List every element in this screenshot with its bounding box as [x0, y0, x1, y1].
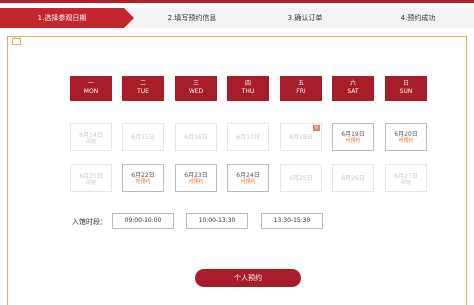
- top-accent-line: [0, 0, 474, 3]
- time-slot-button[interactable]: 13:30-15:30: [261, 213, 323, 229]
- briefcase-icon: [12, 36, 21, 45]
- step-confirm-order: 3.确认订单: [287, 14, 323, 22]
- day-cell: 6月15日: [122, 123, 164, 151]
- day-cell: 6月25日: [280, 164, 322, 192]
- weekday-fri: 五 FRI: [280, 76, 322, 101]
- day-cell: 6月16日: [175, 123, 217, 151]
- progress-steps: 1.选择参观日期 2.填写预约信息 3.确认订单 4.预约成功: [0, 8, 474, 28]
- step-success: 4.预约成功: [400, 14, 436, 22]
- day-cell-available[interactable]: 6月19日 可预约: [332, 123, 374, 151]
- step-arrow-icon: [124, 8, 134, 28]
- personal-reservation-button[interactable]: 个人预约: [195, 269, 301, 287]
- weekday-thu: 四 THU: [227, 76, 269, 101]
- weekday-wed: 三 WED: [175, 76, 217, 101]
- step-fill-info: 2.填写预约信息: [167, 14, 217, 22]
- step-select-date: 1.选择参观日期: [0, 8, 124, 28]
- time-slot-button[interactable]: 10:00-13:30: [186, 213, 248, 229]
- day-cell-closed: 6月21日 闭馆: [70, 164, 112, 192]
- day-cell: 6月17日: [227, 123, 269, 151]
- day-cell-available[interactable]: 6月22日 可预约: [122, 164, 164, 192]
- weekday-sat: 六 SAT: [332, 76, 374, 101]
- weekday-tue: 二 TUE: [122, 76, 164, 101]
- day-cell-available[interactable]: 6月24日 可预约: [227, 164, 269, 192]
- day-cell-available[interactable]: 6月23日 可预约: [175, 164, 217, 192]
- time-slot-label: 入馆时段：: [72, 218, 107, 226]
- weekday-sun: 日 SUN: [385, 76, 427, 101]
- weekday-mon: 一 MON: [70, 76, 112, 101]
- day-cell-closed: 6月27日 闭馆: [385, 164, 427, 192]
- day-cell-closed: 6月14日 闭馆: [70, 123, 112, 151]
- holiday-tag-icon: 节: [313, 125, 320, 131]
- time-slot-button[interactable]: 09:00-10:00: [112, 213, 174, 229]
- day-cell: 6月26日: [332, 164, 374, 192]
- day-cell-holiday: 节 6月18日: [280, 123, 322, 151]
- day-cell-available[interactable]: 6月20日 可预约: [385, 123, 427, 151]
